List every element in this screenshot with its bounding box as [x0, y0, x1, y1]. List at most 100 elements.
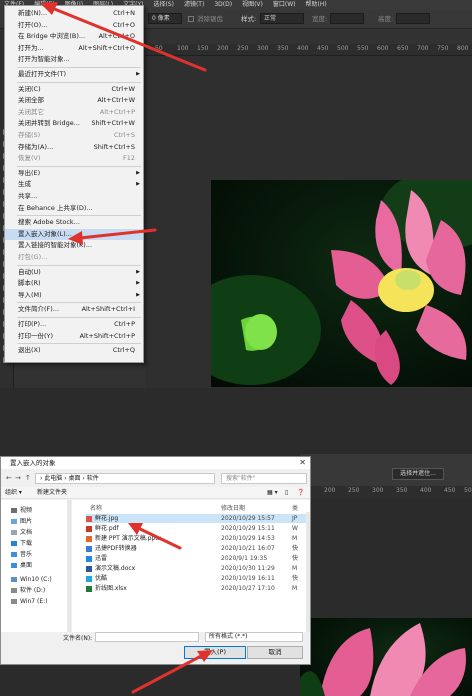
menu-item-shortcut: Alt+Shift+Ctrl+O [78, 43, 135, 52]
filename-input[interactable] [95, 632, 199, 642]
forward-arrow-icon[interactable]: → [15, 470, 21, 487]
file-type: 快 [292, 575, 299, 582]
search-input[interactable]: 搜索"软件" [221, 473, 307, 484]
height-input[interactable] [396, 13, 430, 24]
menu-view[interactable]: 视图(V) [242, 0, 263, 9]
file-menu-item[interactable]: 生成 ▶ [5, 179, 143, 190]
place-embedded-dialog: 置入嵌入的对象 ✕ ← → ↑ › 此电脑 › 桌面 › 软件 搜索"软件" 组… [0, 456, 311, 665]
file-row[interactable]: 迅雷 2020/9/1 19:35 快 [86, 554, 306, 563]
file-menu-item[interactable]: 最近打开文件(T) ▶ [5, 69, 143, 80]
menu-separator [17, 215, 141, 217]
column-header-date[interactable]: 修改日期 [221, 503, 245, 512]
menu-help[interactable]: 帮助(H) [306, 0, 327, 9]
ruler-tick: 600 [377, 45, 389, 52]
command-bar: 组织 ▾ 新建文件夹 ▦ ▾ ▯ ❓ [1, 487, 310, 499]
nav-item-drive-d[interactable]: 软件 (D:) [11, 586, 45, 595]
submenu-arrow-icon: ▶ [136, 71, 140, 77]
file-menu-item[interactable]: 关闭(C) Ctrl+W [5, 84, 143, 95]
submenu-arrow-icon: ▶ [136, 268, 140, 275]
lotus-photo-2 [300, 618, 472, 696]
nav-scrollbar[interactable] [67, 500, 70, 632]
feather-input[interactable]: 0 像素 [148, 13, 182, 24]
file-menu-item[interactable]: 打开为智能对象... [5, 54, 143, 65]
cancel-button[interactable]: 取消 [247, 646, 303, 659]
address-bar[interactable]: › 此电脑 › 桌面 › 软件 [35, 473, 215, 484]
file-menu-item[interactable]: 搜索 Adobe Stock... [5, 217, 143, 228]
column-header-name[interactable]: 名称 [90, 503, 102, 512]
file-menu-item[interactable]: 打印一份(Y) Alt+Shift+Ctrl+P [5, 331, 143, 342]
file-type: M [292, 585, 298, 592]
file-date: 2020/10/19 16:11 [221, 575, 275, 582]
file-row[interactable]: 演示文稿.docx 2020/10/30 11:29 M [86, 564, 306, 573]
pane-toggle-icon[interactable]: ▯ [285, 487, 288, 499]
ruler-tick: 400 [297, 45, 309, 52]
nav-item-drive-e[interactable]: Win7 (E:) [11, 597, 48, 606]
ruler-tick: 300 [372, 487, 384, 494]
submenu-arrow-icon: ▶ [136, 291, 140, 298]
file-menu-item[interactable]: 新建(N)... Ctrl+N [5, 8, 143, 19]
file-menu-item[interactable]: 导出(E) ▶ [5, 168, 143, 179]
list-scrollbar[interactable] [306, 512, 310, 632]
file-menu-item[interactable]: 打开为... Alt+Shift+Ctrl+O [5, 43, 143, 54]
file-menu-item[interactable]: 退出(X) Ctrl+Q [5, 345, 143, 356]
close-icon[interactable]: ✕ [299, 457, 306, 469]
nav-item-pictures[interactable]: 图片 [11, 517, 32, 526]
file-menu-item[interactable]: 文件简介(F)... Alt+Shift+Ctrl+I [5, 304, 143, 315]
file-menu-item[interactable]: 打印(P)... Ctrl+P [5, 319, 143, 330]
menu-item-label: 恢复(V) [18, 154, 41, 163]
select-and-mask-button[interactable]: 选择并遮住... [392, 468, 444, 480]
desktop-folder-icon [11, 563, 17, 568]
nav-item-desktop[interactable]: 桌面 [11, 561, 32, 570]
file-row[interactable]: 优酷 2020/10/19 16:11 快 [86, 574, 306, 583]
file-row[interactable]: 迅捷PDF转换器 2020/10/21 16:07 快 [86, 544, 306, 553]
menu-3d[interactable]: 3D(D) [214, 0, 232, 9]
submenu-arrow-icon: ▶ [136, 181, 140, 188]
file-menu-item[interactable]: 打开(O)... Ctrl+O [5, 20, 143, 31]
file-row[interactable]: 新建 PPT 演示文稿.pptx 2020/10/29 14:53 M [86, 534, 306, 543]
new-folder-button[interactable]: 新建文件夹 [37, 487, 67, 499]
up-arrow-icon[interactable]: ↑ [25, 470, 31, 487]
organize-button[interactable]: 组织 ▾ [5, 487, 22, 499]
menu-filter[interactable]: 滤镜(T) [184, 0, 204, 9]
width-input[interactable] [330, 13, 364, 24]
column-header-type[interactable]: 类 [292, 503, 298, 512]
file-menu-item[interactable]: 在 Bridge 中浏览(B)... Alt+Ctrl+O [5, 31, 143, 42]
file-date: 2020/9/1 19:35 [221, 555, 268, 562]
file-name: 迅雷 [95, 555, 108, 562]
nav-item-music[interactable]: 音乐 [11, 550, 32, 559]
nav-item-documents[interactable]: 文档 [11, 528, 32, 537]
filetype-select[interactable]: 所有格式 (*.*) [205, 632, 303, 642]
menu-item-shortcut: Ctrl+N [113, 9, 135, 17]
file-menu-item[interactable]: 存储为(A)... Shift+Ctrl+S [5, 142, 143, 153]
file-menu-item[interactable]: 脚本(R) ▶ [5, 278, 143, 289]
menu-select[interactable]: 选择(S) [153, 0, 174, 9]
file-menu-item[interactable]: 置入链接的智能对象(K)... [5, 240, 143, 251]
menu-item-label: 关闭其它 [18, 107, 44, 116]
menu-window[interactable]: 窗口(W) [273, 0, 296, 9]
file-menu-item[interactable]: 导入(M) ▶ [5, 290, 143, 301]
back-arrow-icon[interactable]: ← [6, 470, 12, 487]
file-date: 2020/10/29 15:57 [221, 515, 275, 522]
help-icon[interactable]: ❓ [297, 487, 304, 499]
file-menu-item[interactable]: 自动(U) ▶ [5, 267, 143, 278]
file-menu-item[interactable]: 在 Behance 上共享(D)... [5, 203, 143, 214]
nav-item-drive-c[interactable]: Win10 (C:) [11, 575, 52, 584]
file-row[interactable]: 鲜花.pdf 2020/10/29 15:11 W [86, 524, 306, 533]
view-options-icon[interactable]: ▦ ▾ [267, 487, 278, 499]
menu-item-shortcut: Alt+Ctrl+W [97, 96, 135, 105]
file-row[interactable]: 鲜花.jpg 2020/10/29 15:57 JP [86, 514, 306, 523]
antialias-checkbox[interactable] [188, 16, 194, 22]
file-row[interactable]: 折线图.xlsx 2020/10/27 17:10 M [86, 584, 306, 593]
style-select[interactable]: 正常 [260, 13, 304, 24]
menu-item-shortcut: Ctrl+P [114, 320, 135, 328]
file-menu-item[interactable]: 关闭全部 Alt+Ctrl+W [5, 95, 143, 106]
nav-item-videos[interactable]: 视频 [11, 506, 32, 515]
nav-item-downloads[interactable]: 下载 [11, 539, 32, 548]
download-folder-icon [11, 541, 17, 546]
file-menu-item[interactable]: 关闭并转到 Bridge... Shift+Ctrl+W [5, 118, 143, 129]
photoshop-window-top: 文件(F) 编辑(E) 图像(I) 图层(L) 文字(Y) 选择(S) 滤镜(T… [0, 0, 472, 388]
file-menu-item[interactable]: 置入嵌入对象(L)... [5, 228, 143, 240]
place-button[interactable]: 置入(P) [184, 646, 246, 659]
file-menu-item[interactable]: 共享... [5, 191, 143, 202]
ruler-tick: 100 [177, 45, 189, 52]
